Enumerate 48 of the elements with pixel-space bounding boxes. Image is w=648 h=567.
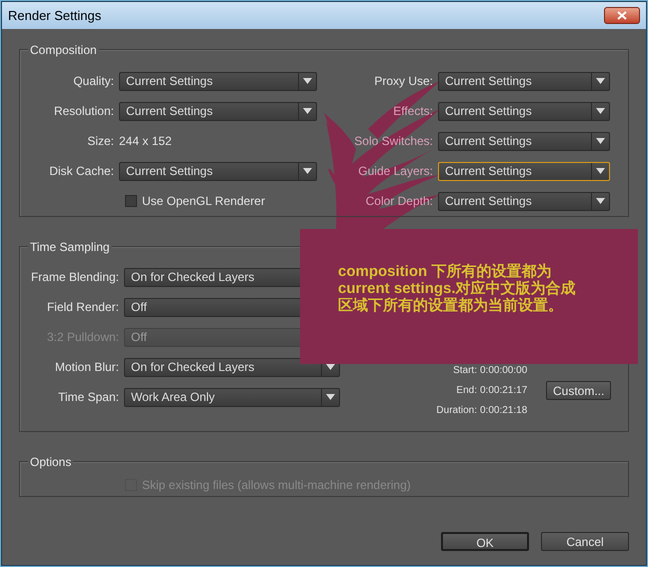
caret-icon xyxy=(303,168,312,174)
field-label: Size: xyxy=(86,133,115,150)
dropdown[interactable]: Current Settings xyxy=(119,102,317,120)
field-label: Frame Blending: xyxy=(30,269,120,286)
dropdown[interactable]: Work Area Only xyxy=(124,388,340,406)
time-value: 0:00:00:00 xyxy=(480,364,528,378)
caret-icon xyxy=(303,78,312,84)
caret-icon xyxy=(596,168,605,174)
time-label: Start: xyxy=(452,364,478,378)
time-value: 0:00:21:18 xyxy=(480,404,528,418)
dropdown[interactable]: Current Settings xyxy=(438,102,610,120)
field-label: Proxy Use: xyxy=(373,73,434,90)
field-label: Color Depth: xyxy=(364,193,434,210)
dropdown[interactable]: Current Settings xyxy=(438,72,610,90)
field-label: Motion Blur: xyxy=(54,359,120,376)
checkbox[interactable] xyxy=(125,195,137,207)
close-button[interactable] xyxy=(604,7,640,24)
caret-icon xyxy=(326,394,335,400)
field-label: Quality: xyxy=(72,73,115,90)
annotation-text: composition 下所有的设置都为 current settings.对应中文版为合成区域下所有的设置都为当前设置。 xyxy=(338,263,577,314)
field-label: Time Span: xyxy=(57,389,120,406)
time-label: Duration: xyxy=(435,404,478,418)
dropdown[interactable]: Current Settings xyxy=(119,162,317,180)
dialog-button[interactable]: Cancel xyxy=(541,532,629,551)
caret-icon xyxy=(596,108,605,114)
field-label: Field Render: xyxy=(46,299,120,316)
caret-icon xyxy=(596,78,605,84)
custom-button[interactable]: Custom... xyxy=(546,380,612,400)
dropdown[interactable]: Current Settings xyxy=(438,132,610,150)
checkbox-label: Use OpenGL Renderer xyxy=(142,193,265,210)
time-label: End: xyxy=(455,384,478,398)
caret-icon xyxy=(596,138,605,144)
field-label: Guide Layers: xyxy=(357,163,434,180)
size-value: 244 x 152 xyxy=(119,133,172,150)
dropdown[interactable]: Current Settings xyxy=(119,72,317,90)
field-label: Resolution: xyxy=(52,103,115,120)
close-icon xyxy=(617,11,627,20)
dropdown[interactable]: Current Settings xyxy=(438,192,610,210)
caret-icon xyxy=(596,198,605,204)
dropdown[interactable]: Current Settings xyxy=(438,162,610,180)
window-title: Render Settings xyxy=(8,6,102,25)
field-label: Solo Switches: xyxy=(353,133,434,150)
time-value: 0:00:21:17 xyxy=(480,384,528,398)
dialog-button[interactable]: OK xyxy=(441,532,529,551)
field-label: Disk Cache: xyxy=(48,163,115,180)
caret-icon xyxy=(303,108,312,114)
field-label: Effects: xyxy=(392,103,434,120)
dropdown[interactable]: On for Checked Layers xyxy=(124,358,340,376)
